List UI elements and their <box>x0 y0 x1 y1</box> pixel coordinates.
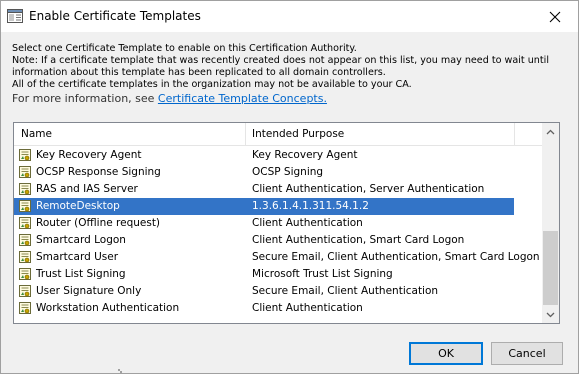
list-rows: Key Recovery Agent Key Recovery Agent OCSP… <box>14 147 542 317</box>
certificate-template-list[interactable]: Name Intended Purpose Key Recovery Agent… <box>13 122 560 324</box>
certificate-template-icon <box>19 285 31 297</box>
description: Select one Certificate Template to enabl… <box>12 43 567 106</box>
template-name: User Signature Only <box>36 285 142 297</box>
template-intended-purpose: 1.3.6.1.4.1.311.54.1.2 <box>252 200 369 212</box>
certificate-template-icon <box>19 149 31 161</box>
close-button[interactable] <box>532 1 578 32</box>
chevron-down-icon <box>546 312 555 317</box>
description-line: Select one Certificate Template to enabl… <box>12 43 357 54</box>
list-row[interactable]: Router (Offline request) Client Authentic… <box>14 215 542 232</box>
resize-grip-icon <box>118 369 122 373</box>
chevron-up-icon <box>546 129 555 134</box>
template-name: OCSP Response Signing <box>36 166 161 178</box>
close-icon <box>549 11 561 22</box>
template-intended-purpose: Client Authentication <box>252 302 363 314</box>
template-name: Router (Offline request) <box>36 217 161 229</box>
more-info-prefix: For more information, see <box>12 92 158 105</box>
certificate-template-concepts-link[interactable]: Certificate Template Concepts. <box>158 92 327 105</box>
list-row[interactable]: RAS and IAS Server Client Authentication,… <box>14 181 542 198</box>
template-name: Smartcard Logon <box>36 234 126 246</box>
list-row[interactable]: Trust List Signing Microsoft Trust List S… <box>14 266 542 283</box>
template-intended-purpose: Secure Email, Client Authentication, Sma… <box>252 251 540 263</box>
vertical-scrollbar[interactable] <box>542 123 559 323</box>
column-divider[interactable] <box>245 123 246 145</box>
template-name: Trust List Signing <box>36 268 126 280</box>
certificate-template-icon <box>19 251 31 263</box>
description-line: information about this template has been… <box>12 67 386 78</box>
template-name: Workstation Authentication <box>36 302 180 314</box>
window-title: Enable Certificate Templates <box>29 9 201 23</box>
scroll-up-button[interactable] <box>542 123 559 140</box>
template-intended-purpose: Secure Email, Client Authentication <box>252 285 439 297</box>
title-bar[interactable]: Enable Certificate Templates <box>1 1 578 32</box>
certificate-template-window-icon <box>7 9 23 23</box>
more-info-text: For more information, see Certificate Te… <box>12 92 567 106</box>
certificate-template-icon <box>19 217 31 229</box>
template-intended-purpose: Client Authentication, Server Authentica… <box>252 183 485 195</box>
certificate-template-icon <box>19 234 31 246</box>
list-row[interactable]: Smartcard Logon Client Authentication, Sm… <box>14 232 542 249</box>
template-intended-purpose: OCSP Signing <box>252 166 324 178</box>
template-intended-purpose: Microsoft Trust List Signing <box>252 268 393 280</box>
certificate-template-icon <box>19 268 31 280</box>
description-line: Note: If a certificate template that was… <box>12 55 549 66</box>
scroll-thumb[interactable] <box>543 231 558 305</box>
template-intended-purpose: Client Authentication <box>252 217 363 229</box>
template-intended-purpose: Key Recovery Agent <box>252 149 358 161</box>
list-row[interactable]: Key Recovery Agent Key Recovery Agent <box>14 147 542 164</box>
column-header-intended-purpose[interactable]: Intended Purpose <box>252 123 344 145</box>
ok-button[interactable]: OK <box>409 342 483 365</box>
list-row[interactable]: Smartcard User Secure Email, Client Authe… <box>14 249 542 266</box>
scroll-down-button[interactable] <box>542 306 559 323</box>
list-row[interactable]: OCSP Response Signing OCSP Signing <box>14 164 542 181</box>
certificate-template-icon <box>19 302 31 314</box>
list-row[interactable]: Workstation Authentication Client Authent… <box>14 300 542 317</box>
certificate-template-icon <box>19 166 31 178</box>
list-header: Name Intended Purpose <box>14 123 542 146</box>
template-intended-purpose: Client Authentication, Smart Card Logon <box>252 234 465 246</box>
column-divider[interactable] <box>514 123 515 145</box>
cancel-button[interactable]: Cancel <box>491 342 563 365</box>
template-name: RAS and IAS Server <box>36 183 138 195</box>
list-row[interactable]: RemoteDesktop 1.3.6.1.4.1.311.54.1.2 <box>14 198 514 215</box>
template-name: Key Recovery Agent <box>36 149 142 161</box>
template-name: Smartcard User <box>36 251 119 263</box>
certificate-template-icon <box>19 183 31 195</box>
certificate-template-icon <box>19 200 31 212</box>
template-name: RemoteDesktop <box>36 200 120 212</box>
list-row[interactable]: User Signature Only Secure Email, Client … <box>14 283 542 300</box>
enable-certificate-templates-dialog: Enable Certificate Templates Select one … <box>0 0 579 374</box>
description-line: All of the certificate templates in the … <box>12 79 412 90</box>
column-header-name[interactable]: Name <box>21 123 52 145</box>
